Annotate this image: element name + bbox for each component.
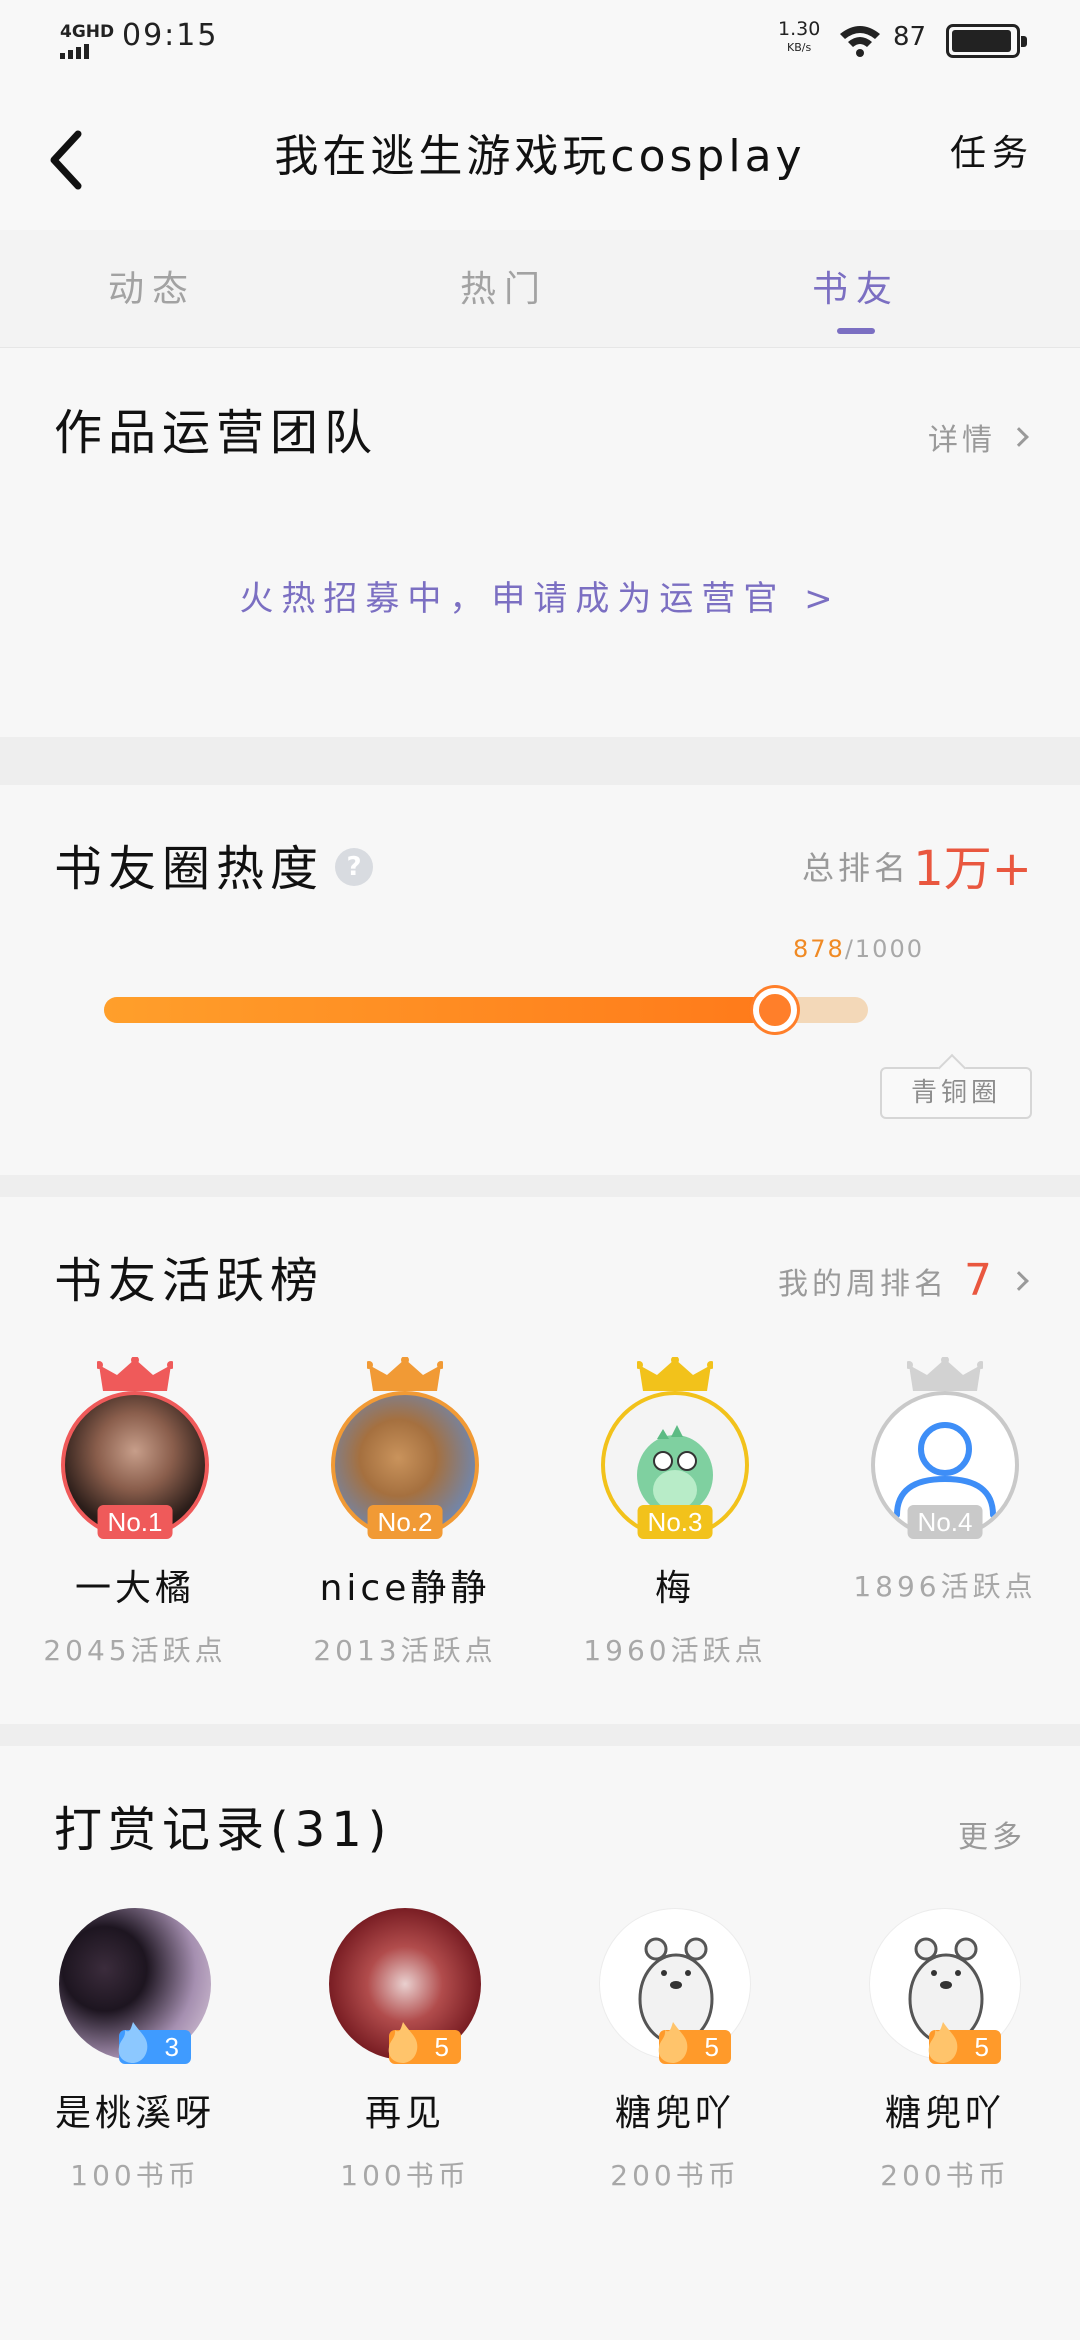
activity-points: 2045活跃点 xyxy=(43,1634,227,1667)
fan-level: 5 xyxy=(704,2032,719,2062)
status-bar: 4GHD 09:15 1.30 KB/s 87 xyxy=(0,0,1080,80)
reward-amount: 100书币 xyxy=(70,2159,200,2192)
tab-friends[interactable]: 书友 xyxy=(756,260,956,312)
reward-more-link[interactable]: 更多 xyxy=(958,1812,1026,1856)
tab-hot[interactable]: 热门 xyxy=(404,260,604,312)
user-name: nice静静 xyxy=(319,1568,491,1609)
cellular-signal-icon: 4GHD xyxy=(60,22,114,59)
avatar[interactable]: 5 xyxy=(599,1908,751,2064)
user-name: 再见 xyxy=(364,2093,445,2134)
activity-points: 1960活跃点 xyxy=(583,1634,767,1667)
active-board-title: 书友活跃榜 xyxy=(54,1253,325,1309)
avatar[interactable]: 5 xyxy=(869,1908,1021,2064)
recruit-link[interactable]: 火热招募中，申请成为运营官 > xyxy=(0,571,1080,620)
my-weekly-rank-link[interactable]: 我的周排名 7 xyxy=(778,1255,1029,1306)
circle-heat-title: 书友圈热度 xyxy=(54,841,325,897)
operation-team-section: 作品运营团队 详情 火热招募中，申请成为运营官 > xyxy=(0,349,1080,737)
flame-icon xyxy=(658,2022,688,2063)
rank-badge: No.3 xyxy=(637,1505,713,1539)
heat-progress-current: 878 xyxy=(793,935,845,963)
user-name: 糖兜吖 xyxy=(884,2093,1005,2134)
heat-progress-fill xyxy=(104,997,775,1023)
network-speed-unit: KB/s xyxy=(787,41,812,54)
reward-entry[interactable]: 3 是桃溪呀 100书币 xyxy=(25,1908,245,2194)
operation-team-title: 作品运营团队 xyxy=(54,405,379,461)
fan-level-badge: 5 xyxy=(388,2022,461,2064)
wifi-icon xyxy=(840,26,880,57)
leaderboard-entry[interactable]: No.1 一大橘 2045活跃点 xyxy=(25,1357,245,1669)
section-divider xyxy=(0,737,1080,785)
details-label: 详情 xyxy=(928,423,996,458)
help-icon[interactable]: ? xyxy=(335,848,373,886)
network-type: 4GHD xyxy=(60,22,115,42)
tab-bar: 动态 热门 书友 xyxy=(0,230,1080,348)
crown-icon xyxy=(907,1357,983,1391)
activity-points: 1896活跃点 xyxy=(853,1570,1037,1603)
flame-icon xyxy=(118,2022,148,2063)
network-speed-value: 1.30 xyxy=(778,18,821,40)
avatar[interactable]: 3 xyxy=(59,1908,211,2064)
page-title: 我在逃生游戏玩cosplay xyxy=(274,131,806,182)
tab-feed[interactable]: 动态 xyxy=(52,260,252,312)
battery-percent: 87 xyxy=(893,22,927,52)
flame-icon xyxy=(928,2022,958,2063)
tier-tag: 青铜圈 xyxy=(880,1067,1032,1119)
leaderboard-entry[interactable]: No.2 nice静静 2013活跃点 xyxy=(295,1357,515,1669)
user-name: 梅 xyxy=(654,1568,695,1609)
fan-level-badge: 5 xyxy=(928,2022,1001,2064)
fan-level: 5 xyxy=(434,2032,449,2062)
leaderboard-entry[interactable]: No.3 梅 1960活跃点 xyxy=(565,1357,785,1669)
reward-entry[interactable]: 5 糖兜吖 200书币 xyxy=(835,1908,1055,2194)
tab-indicator xyxy=(837,328,875,334)
crown-icon xyxy=(97,1357,173,1391)
circle-heat-section: 书友圈热度 ? 总排名 1万+ 878/1000 青铜圈 xyxy=(0,785,1080,1175)
leaderboard-entry[interactable]: No.4 1896活跃点 xyxy=(835,1357,1055,1605)
total-rank-label: 总排名 xyxy=(801,849,910,887)
flame-icon xyxy=(388,2022,418,2063)
activity-points: 2013活跃点 xyxy=(313,1634,497,1667)
active-board-section: 书友活跃榜 我的周排名 7 No.1 一大橘 2045活跃点 No.2 nice… xyxy=(0,1197,1080,1724)
reward-entry[interactable]: 5 糖兜吖 200书币 xyxy=(565,1908,785,2194)
network-speed: 1.30 KB/s xyxy=(778,18,821,54)
chevron-right-icon xyxy=(1009,427,1029,447)
battery-icon xyxy=(946,24,1027,58)
crown-icon xyxy=(367,1357,443,1391)
rank-badge: No.2 xyxy=(367,1505,443,1539)
heat-progress-text: 878/1000 xyxy=(793,935,924,963)
fan-level: 3 xyxy=(164,2032,179,2062)
fan-level-badge: 5 xyxy=(658,2022,731,2064)
back-icon[interactable] xyxy=(36,118,96,198)
user-name: 糖兜吖 xyxy=(614,2093,735,2134)
reward-amount: 100书币 xyxy=(340,2159,470,2192)
reward-records-section: 打赏记录(31) 更多 3 是桃溪呀 100书币 5 再见 100书币 5 糖兜… xyxy=(0,1746,1080,2340)
heat-progress-bar xyxy=(104,988,868,1032)
chevron-right-icon xyxy=(1009,1270,1029,1291)
reward-amount: 200书币 xyxy=(880,2159,1010,2192)
status-time: 09:15 xyxy=(122,18,219,53)
reward-records-title: 打赏记录(31) xyxy=(54,1802,393,1858)
heat-progress-knob xyxy=(753,988,797,1032)
reward-amount: 200书币 xyxy=(610,2159,740,2192)
avatar[interactable]: 5 xyxy=(329,1908,481,2064)
heat-progress-total: /1000 xyxy=(844,935,924,963)
fan-level: 5 xyxy=(974,2032,989,2062)
operation-team-details-link[interactable]: 详情 xyxy=(928,415,1029,459)
nav-bar: 我在逃生游戏玩cosplay 任务 xyxy=(0,80,1080,230)
section-divider xyxy=(0,1724,1080,1746)
my-weekly-rank-value: 7 xyxy=(964,1255,996,1306)
user-name: 一大橘 xyxy=(74,1568,195,1609)
crown-icon xyxy=(637,1357,713,1391)
more-label: 更多 xyxy=(958,1820,1026,1855)
rank-badge: No.4 xyxy=(907,1505,983,1539)
my-weekly-rank-label: 我的周排名 xyxy=(778,1266,948,1302)
section-divider xyxy=(0,1175,1080,1197)
user-name: 是桃溪呀 xyxy=(54,2093,215,2134)
task-button[interactable]: 任务 xyxy=(950,124,1034,176)
rank-badge: No.1 xyxy=(97,1505,173,1539)
total-rank-value: 1万+ xyxy=(913,841,1032,897)
fan-level-badge: 3 xyxy=(118,2022,191,2064)
reward-entry[interactable]: 5 再见 100书币 xyxy=(295,1908,515,2194)
